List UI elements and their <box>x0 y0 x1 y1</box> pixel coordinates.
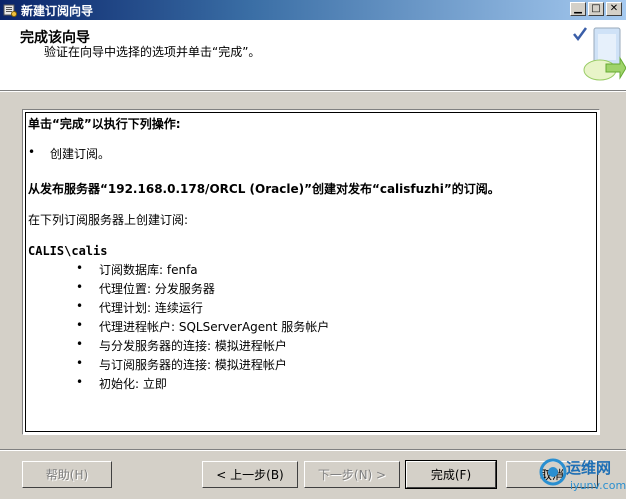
detail-bullet: • <box>76 318 84 332</box>
close-button[interactable]: ✕ <box>606 2 622 16</box>
minimize-button[interactable]: ▁ <box>570 2 586 16</box>
back-button[interactable]: < 上一步(B) <box>202 461 298 488</box>
detail-distributor-connection: 与分发服务器的连接: 模拟进程帐户 <box>99 339 287 353</box>
action-bullet: • <box>28 145 36 159</box>
finish-button[interactable]: 完成(F) <box>405 460 497 489</box>
watermark-text: 运维网 <box>566 459 612 477</box>
summary-panel[interactable]: 单击“完成”以执行下列操作: • 创建订阅。 从发布服务器“192.168.0.… <box>22 109 600 435</box>
wizard-header: 完成该向导 验证在向导中选择的选项并单击“完成”。 <box>0 20 626 90</box>
watermark: 运维网 iyunv.com <box>538 455 626 497</box>
detail-bullet: • <box>76 356 84 370</box>
wizard-app-icon <box>3 3 17 17</box>
footer-divider <box>0 449 626 451</box>
watermark-url: iyunv.com <box>570 479 626 492</box>
action-item: 创建订阅。 <box>50 147 111 161</box>
detail-subscriber-connection: 与订阅服务器的连接: 模拟进程帐户 <box>99 358 287 372</box>
maximize-button[interactable]: □ <box>588 2 604 16</box>
summary-intro: 单击“完成”以执行下列操作: <box>28 117 181 131</box>
title-bar: 新建订阅向导 ▁ □ ✕ <box>0 0 626 20</box>
page-subtitle: 验证在向导中选择的选项并单击“完成”。 <box>44 45 261 59</box>
subscriber-intro: 在下列订阅服务器上创建订阅: <box>28 213 189 227</box>
window-title: 新建订阅向导 <box>21 3 94 18</box>
subscriber-name: CALIS\calis <box>28 244 108 258</box>
detail-agent-schedule: 代理计划: 连续运行 <box>99 301 203 315</box>
detail-bullet: • <box>76 337 84 351</box>
help-button[interactable]: 帮助(H) <box>22 461 112 488</box>
detail-agent-account: 代理进程帐户: SQLServerAgent 服务帐户 <box>99 320 330 334</box>
next-button[interactable]: 下一步(N) > <box>304 461 400 488</box>
wizard-graphic-icon <box>568 20 626 90</box>
detail-bullet: • <box>76 299 84 313</box>
detail-agent-location: 代理位置: 分发服务器 <box>99 282 215 296</box>
detail-subscription-db: 订阅数据库: fenfa <box>99 263 198 277</box>
detail-initialization: 初始化: 立即 <box>99 377 167 391</box>
publication-line: 从发布服务器“192.168.0.178/ORCL (Oracle)”创建对发布… <box>28 182 500 196</box>
detail-bullet: • <box>76 375 84 389</box>
header-divider <box>0 90 626 92</box>
detail-bullet: • <box>76 280 84 294</box>
summary-text-area: 单击“完成”以执行下列操作: • 创建订阅。 从发布服务器“192.168.0.… <box>25 112 597 432</box>
watermark-logo-icon <box>539 458 567 486</box>
detail-bullet: • <box>76 261 84 275</box>
